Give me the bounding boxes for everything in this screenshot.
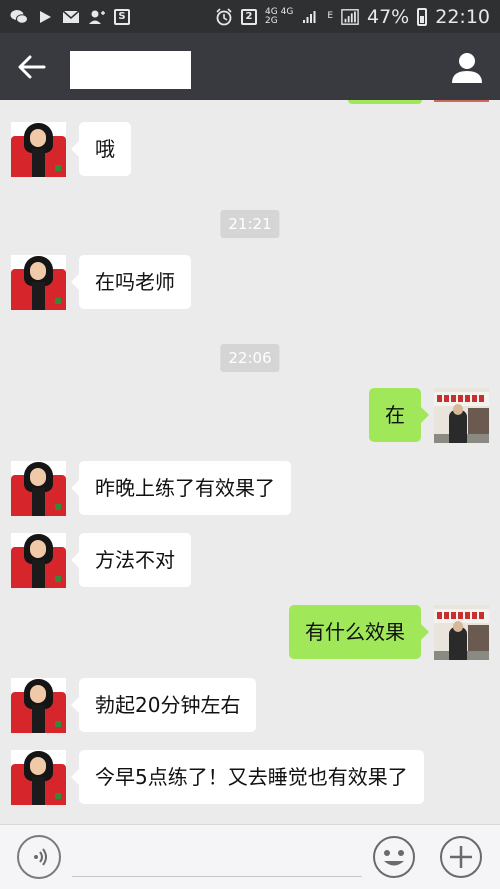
message-row-incoming: 今早5点练了！又去睡觉也有效果了 — [11, 750, 424, 805]
play-icon — [36, 8, 54, 26]
contact-icon — [88, 8, 106, 26]
plus-icon — [440, 836, 482, 878]
message-row-incoming: 哦 — [11, 122, 131, 177]
message-row-incoming: 方法不对 — [11, 533, 191, 588]
back-button[interactable] — [14, 51, 50, 83]
my-avatar[interactable] — [434, 388, 489, 443]
message-input[interactable] — [72, 839, 362, 877]
contact-avatar[interactable] — [11, 122, 66, 177]
previous-outgoing-bubble-edge — [348, 100, 422, 104]
incoming-message-bubble[interactable]: 昨晚上练了有效果了 — [71, 461, 291, 515]
timestamp-badge: 21:21 — [220, 210, 280, 238]
contact-avatar[interactable] — [11, 533, 66, 588]
person-icon — [452, 53, 482, 83]
incoming-message-bubble[interactable]: 今早5点练了！又去睡觉也有效果了 — [71, 750, 424, 804]
message-row-outgoing: 在 — [369, 388, 489, 443]
incoming-message-bubble[interactable]: 在吗老师 — [71, 255, 191, 309]
contact-avatar[interactable] — [11, 678, 66, 733]
input-bar — [0, 824, 500, 889]
timestamp-badge: 22:06 — [220, 344, 280, 372]
status-bar-notifications: S — [10, 8, 130, 26]
status-bar: S 2 4G 4G 2G E 47% 22:10 — [0, 0, 500, 33]
outgoing-message-bubble[interactable]: 有什么效果 — [289, 605, 429, 659]
signal-icon — [301, 8, 319, 26]
outgoing-message-bubble[interactable]: 在 — [369, 388, 429, 442]
my-avatar[interactable] — [434, 605, 489, 660]
message-row-incoming: 昨晚上练了有效果了 — [11, 461, 291, 516]
signal-strength-icon — [341, 8, 359, 26]
voice-button[interactable] — [17, 835, 61, 879]
status-bar-system: 2 4G 4G 2G E 47% 22:10 — [215, 6, 490, 28]
arrow-left-icon — [18, 55, 46, 79]
wechat-icon — [10, 8, 28, 26]
message-row-incoming: 勃起20分钟左右 — [11, 678, 257, 733]
mail-icon — [62, 8, 80, 26]
contact-avatar[interactable] — [11, 255, 66, 310]
battery-icon — [417, 7, 428, 26]
contact-avatar[interactable] — [11, 461, 66, 516]
alarm-icon — [215, 7, 233, 26]
chat-info-button[interactable] — [448, 51, 486, 85]
contact-avatar[interactable] — [11, 750, 66, 805]
sim-icon: 2 — [241, 8, 258, 25]
previous-avatar-edge — [434, 100, 489, 102]
incoming-message-bubble[interactable]: 哦 — [71, 122, 131, 176]
clock: 22:10 — [435, 5, 490, 28]
network-label-2: 4G — [280, 6, 294, 17]
emoji-button[interactable] — [372, 835, 416, 879]
more-options-button[interactable] — [439, 835, 483, 879]
network-indicator: 4G 4G 2G — [265, 6, 294, 26]
voice-icon — [34, 848, 47, 866]
chat-title — [70, 51, 191, 89]
battery-percent: 47% — [367, 5, 410, 28]
network-label-3: 2G — [265, 15, 278, 26]
emoji-icon — [373, 836, 415, 878]
roaming-letter: E — [327, 11, 333, 21]
s-app-icon: S — [114, 8, 130, 25]
incoming-message-bubble[interactable]: 勃起20分钟左右 — [70, 678, 257, 732]
message-row-outgoing: 有什么效果 — [289, 605, 489, 660]
chat-area[interactable]: 哦 21:21 在吗老师 22:06 在 昨晚上练了有效果了 方法不对 有什么效… — [0, 100, 500, 824]
incoming-message-bubble[interactable]: 方法不对 — [71, 533, 191, 587]
message-row-incoming: 在吗老师 — [11, 255, 191, 310]
